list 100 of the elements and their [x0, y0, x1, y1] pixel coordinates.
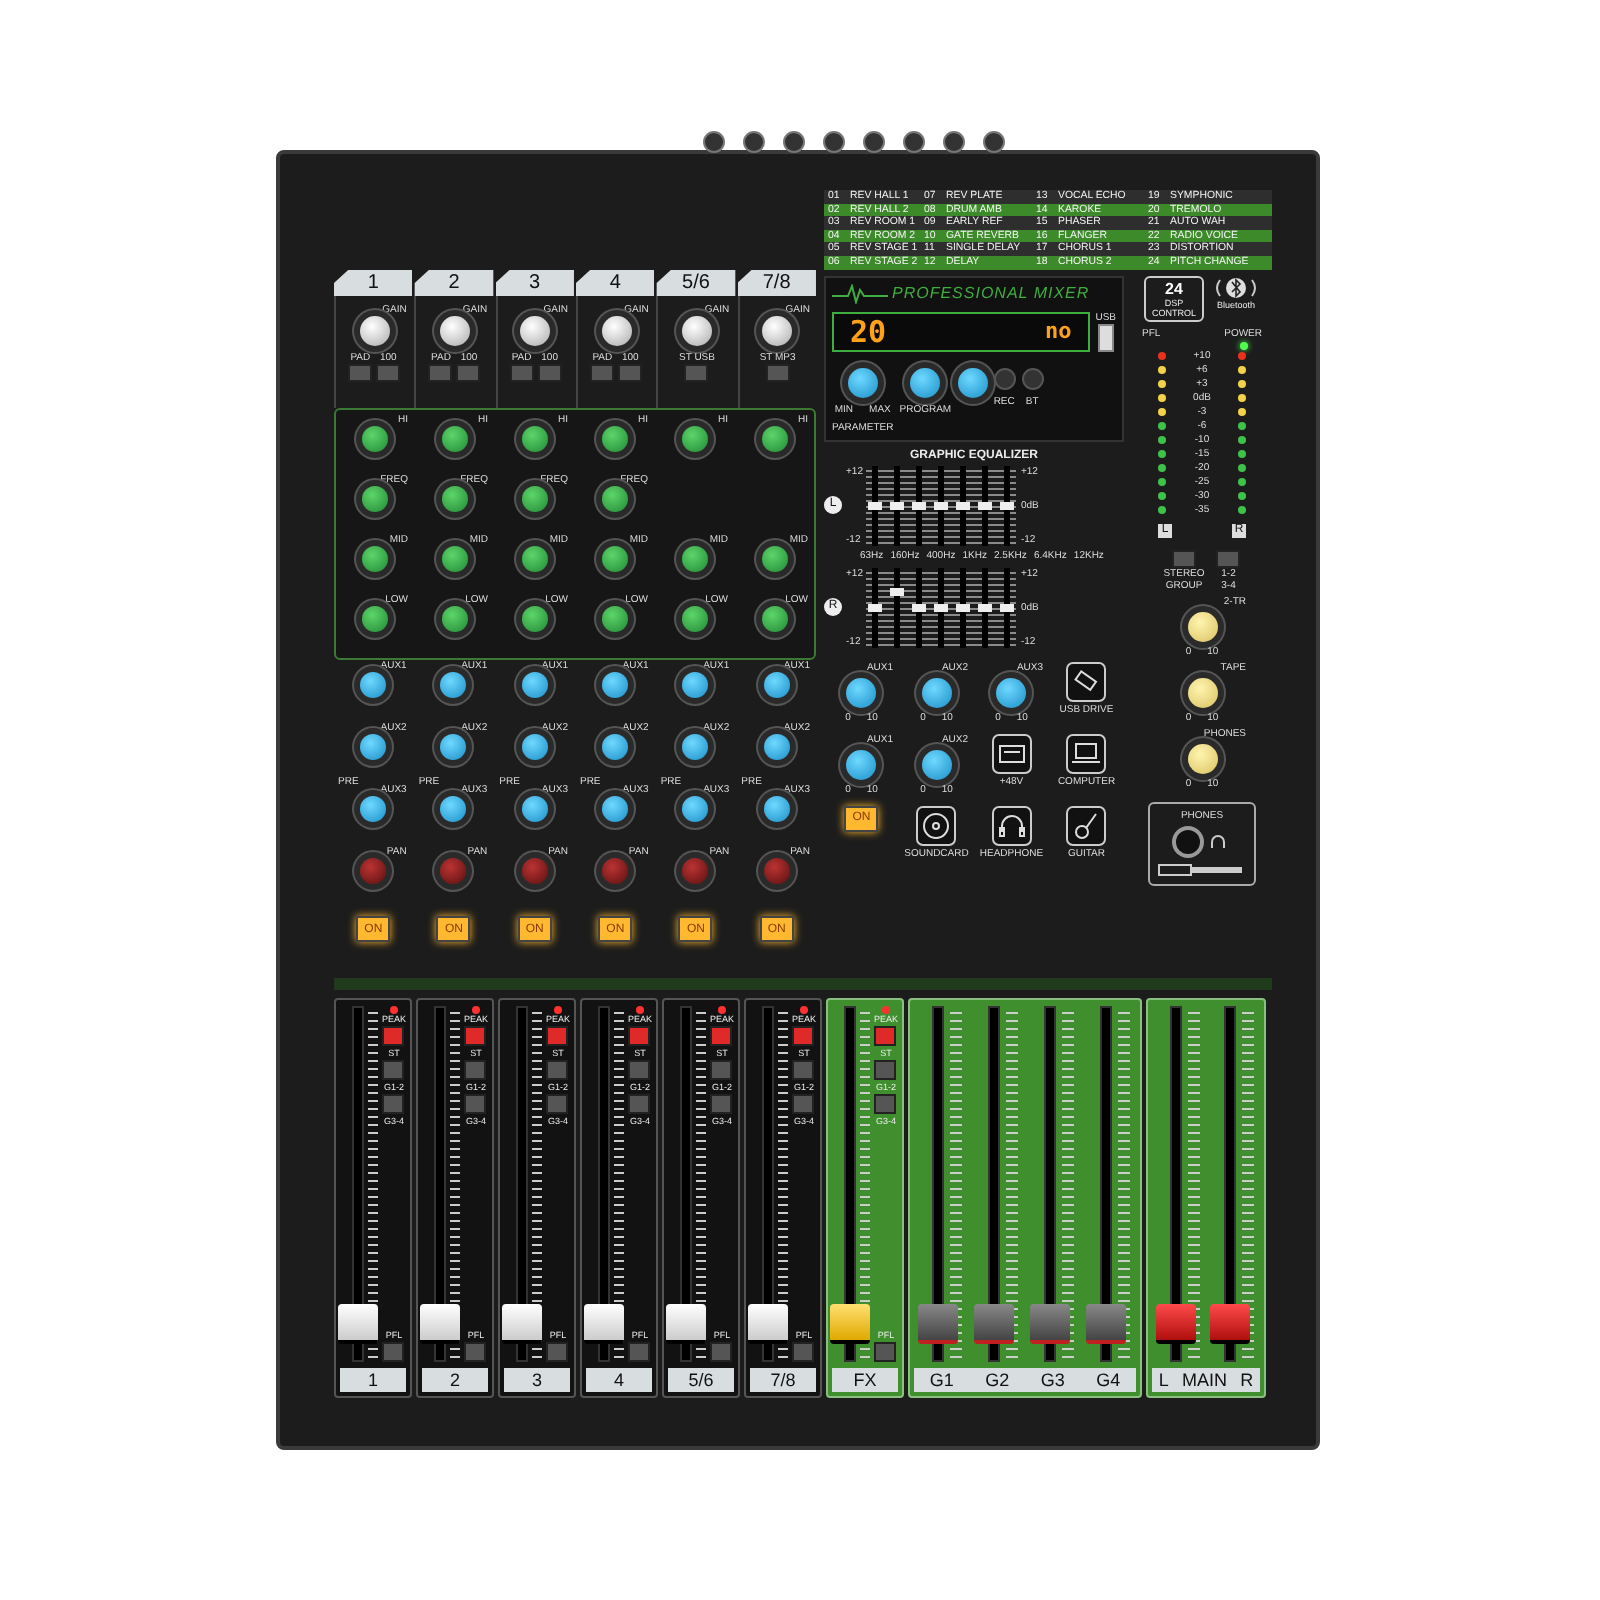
assign-button[interactable]	[382, 1026, 405, 1046]
knob[interactable]	[360, 672, 387, 698]
switch-button[interactable]	[537, 364, 562, 382]
assign-button[interactable]	[628, 1026, 651, 1046]
aux-knob[interactable]	[846, 749, 877, 780]
pfl-button[interactable]	[464, 1342, 487, 1362]
knob[interactable]	[521, 734, 548, 760]
eq-knob[interactable]	[442, 606, 468, 632]
eq-knob[interactable]	[602, 606, 628, 632]
gain-knob[interactable]	[681, 316, 712, 346]
eq-slider[interactable]	[868, 501, 883, 510]
knob[interactable]	[682, 734, 709, 760]
assign-button[interactable]	[382, 1060, 405, 1080]
pfl-button[interactable]	[874, 1342, 897, 1362]
knob[interactable]	[360, 734, 387, 760]
fader-knob[interactable]	[748, 1304, 788, 1345]
fader-knob[interactable]	[502, 1304, 542, 1345]
eq-knob[interactable]	[522, 426, 548, 452]
assign-button[interactable]	[874, 1060, 897, 1080]
fader-knob[interactable]	[1210, 1304, 1250, 1345]
aux-knob[interactable]	[996, 677, 1027, 708]
knob[interactable]	[682, 796, 709, 822]
level-knob[interactable]	[1187, 677, 1217, 708]
eq-slider[interactable]	[868, 603, 883, 612]
eq-knob[interactable]	[602, 486, 628, 512]
fader-knob[interactable]	[420, 1304, 460, 1345]
knob[interactable]	[440, 734, 467, 760]
switch-button[interactable]	[456, 364, 481, 382]
gain-knob[interactable]	[601, 316, 632, 346]
eq-knob[interactable]	[762, 606, 788, 632]
knob[interactable]	[602, 734, 629, 760]
assign-switch[interactable]	[1216, 549, 1241, 568]
round-button[interactable]	[1021, 367, 1044, 390]
eq-knob[interactable]	[362, 606, 388, 632]
switch-button[interactable]	[684, 364, 709, 382]
eq-knob[interactable]	[442, 426, 468, 452]
eq-knob[interactable]	[762, 546, 788, 572]
program-knob[interactable]	[910, 367, 941, 398]
knob[interactable]	[602, 796, 629, 822]
knob[interactable]	[521, 796, 548, 822]
eq-slider[interactable]	[934, 501, 949, 510]
knob[interactable]	[763, 734, 790, 760]
switch-button[interactable]	[376, 364, 401, 382]
assign-button[interactable]	[546, 1060, 569, 1080]
knob[interactable]	[602, 672, 629, 698]
eq-knob[interactable]	[442, 486, 468, 512]
switch-button[interactable]	[590, 364, 615, 382]
eq-knob[interactable]	[362, 486, 388, 512]
pfl-button[interactable]	[792, 1342, 815, 1362]
fader-knob[interactable]	[1156, 1304, 1196, 1345]
eq-knob[interactable]	[522, 606, 548, 632]
knob[interactable]	[360, 796, 387, 822]
level-knob[interactable]	[1187, 611, 1217, 642]
assign-button[interactable]	[546, 1026, 569, 1046]
headphone-jack[interactable]	[1176, 829, 1200, 854]
eq-slider[interactable]	[934, 603, 949, 612]
assign-button[interactable]	[464, 1026, 487, 1046]
eq-slider[interactable]	[912, 603, 927, 612]
eq-slider[interactable]	[1000, 603, 1015, 612]
eq-slider[interactable]	[890, 588, 905, 597]
switch-button[interactable]	[618, 364, 643, 382]
assign-button[interactable]	[382, 1094, 405, 1114]
knob[interactable]	[682, 672, 709, 698]
eq-slider[interactable]	[978, 501, 993, 510]
eq-slider[interactable]	[912, 501, 927, 510]
round-button[interactable]	[993, 367, 1016, 390]
eq-slider[interactable]	[1000, 501, 1015, 510]
pfl-button[interactable]	[710, 1342, 733, 1362]
knob[interactable]	[521, 672, 548, 698]
knob[interactable]	[440, 796, 467, 822]
usb-port[interactable]	[1097, 323, 1114, 352]
volume-knob[interactable]	[957, 367, 988, 398]
eq-slider[interactable]	[956, 603, 971, 612]
pfl-button[interactable]	[628, 1342, 651, 1362]
parameter-knob[interactable]	[847, 367, 878, 398]
switch-button[interactable]	[428, 364, 453, 382]
fader-knob[interactable]	[338, 1304, 378, 1345]
fader-knob[interactable]	[830, 1304, 870, 1345]
gain-knob[interactable]	[439, 316, 470, 346]
eq-knob[interactable]	[602, 426, 628, 452]
assign-button[interactable]	[874, 1026, 897, 1046]
eq-knob[interactable]	[602, 546, 628, 572]
assign-button[interactable]	[628, 1060, 651, 1080]
assign-button[interactable]	[710, 1094, 733, 1114]
knob[interactable]	[440, 672, 467, 698]
knob[interactable]	[763, 672, 790, 698]
assign-button[interactable]	[710, 1026, 733, 1046]
level-knob[interactable]	[1187, 743, 1217, 774]
assign-button[interactable]	[874, 1094, 897, 1114]
pfl-button[interactable]	[382, 1342, 405, 1362]
assign-button[interactable]	[792, 1094, 815, 1114]
fader-knob[interactable]	[584, 1304, 624, 1345]
eq-slider[interactable]	[890, 501, 905, 510]
switch-button[interactable]	[348, 364, 373, 382]
assign-button[interactable]	[792, 1026, 815, 1046]
eq-slider[interactable]	[956, 501, 971, 510]
gain-knob[interactable]	[520, 316, 551, 346]
eq-knob[interactable]	[682, 606, 708, 632]
eq-knob[interactable]	[682, 426, 708, 452]
fader-knob[interactable]	[666, 1304, 706, 1345]
